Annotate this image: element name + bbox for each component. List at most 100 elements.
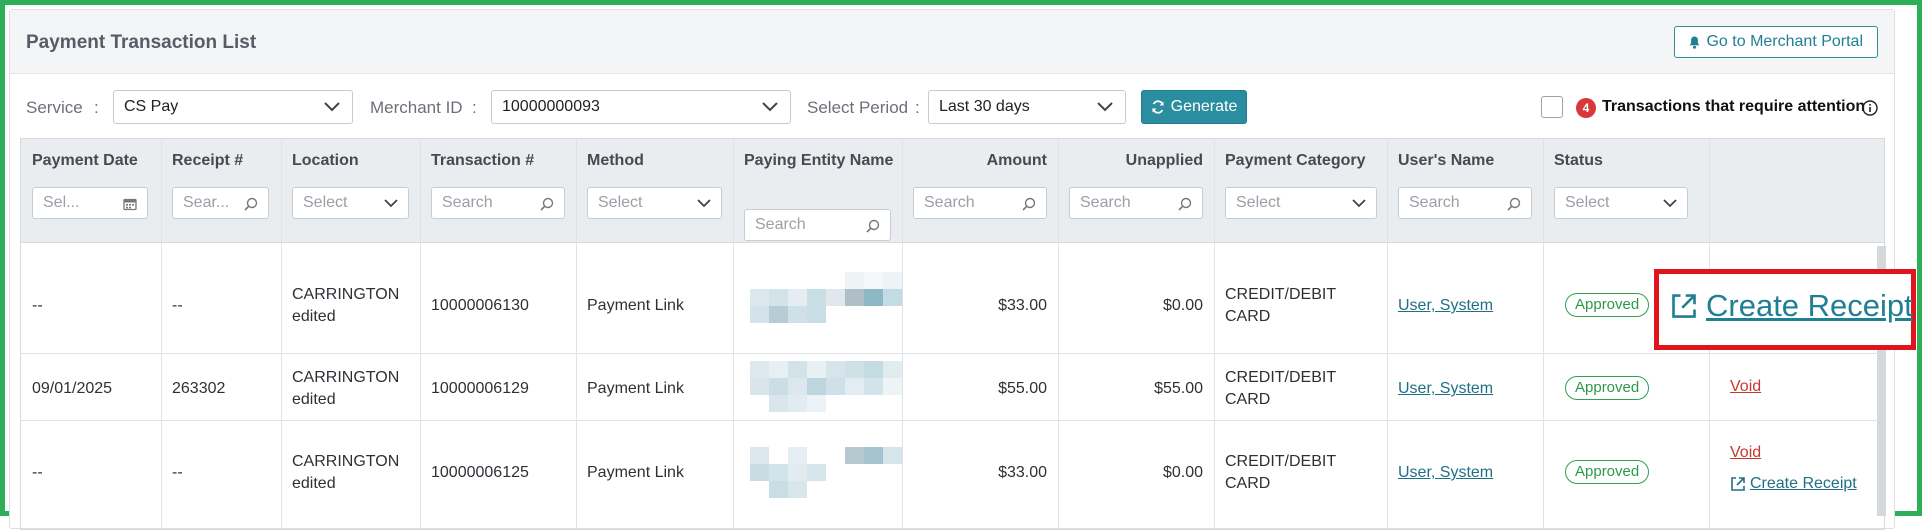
row3-location-line1: CARRINGTON	[292, 453, 400, 470]
row3-category-line2: CARD	[1225, 475, 1271, 492]
search-icon	[540, 197, 554, 211]
row2-receipt: 263302	[172, 380, 226, 397]
merchant-separator: :	[472, 98, 477, 117]
column-divider	[733, 139, 734, 529]
service-label: Service	[26, 98, 83, 117]
row3-location-line2: edited	[292, 475, 336, 492]
search-icon	[1507, 197, 1521, 211]
col-header-amount[interactable]: Amount	[913, 152, 1047, 170]
users-name-placeholder: Search	[1409, 194, 1460, 211]
payment-category-filter[interactable]: Select	[1225, 187, 1377, 219]
merchant-id-value: 10000000093	[502, 98, 600, 115]
payment-date-placeholder: Sel...	[43, 194, 80, 211]
payment-category-placeholder: Select	[1236, 194, 1281, 211]
search-icon	[1022, 197, 1036, 211]
users-name-filter[interactable]: Search	[1398, 187, 1532, 219]
period-select[interactable]: Last 30 days	[928, 90, 1126, 124]
method-placeholder: Select	[598, 194, 643, 211]
row2-category-line2: CARD	[1225, 391, 1271, 408]
row3-method: Payment Link	[587, 464, 684, 481]
column-divider	[1058, 139, 1059, 529]
column-divider	[576, 139, 577, 529]
attention-count-badge: 4	[1576, 98, 1596, 118]
location-filter[interactable]: Select	[292, 187, 409, 219]
row3-create-receipt-label: Create Receipt	[1750, 475, 1857, 492]
column-divider	[902, 139, 903, 529]
period-value: Last 30 days	[939, 98, 1030, 115]
transactions-table: Payment Date Receipt # Location Transact…	[20, 138, 1885, 530]
row1-location-line2: edited	[292, 308, 336, 325]
paying-entity-filter[interactable]: Search	[744, 209, 891, 241]
page-title: Payment Transaction List	[26, 32, 257, 53]
row2-payment-date: 09/01/2025	[32, 380, 113, 397]
row3-users-name-link[interactable]: User, System	[1398, 462, 1493, 484]
chevron-down-icon	[762, 102, 778, 112]
col-header-users-name[interactable]: User's Name	[1398, 152, 1494, 170]
row3-unapplied: $0.00	[1162, 464, 1203, 481]
chevron-down-icon	[324, 102, 340, 112]
merchant-portal-label: Go to Merchant Portal	[1706, 33, 1863, 50]
status-placeholder: Select	[1565, 194, 1610, 211]
attention-checkbox[interactable]	[1541, 96, 1563, 118]
paying-entity-placeholder: Search	[755, 216, 806, 233]
method-filter[interactable]: Select	[587, 187, 722, 219]
col-header-unapplied[interactable]: Unapplied	[1069, 152, 1203, 170]
payment-date-filter[interactable]: Sel...	[32, 187, 148, 219]
row3-transaction: 10000006125	[431, 464, 529, 481]
col-header-receipt[interactable]: Receipt #	[172, 152, 243, 170]
search-icon	[1178, 197, 1192, 211]
transaction-panel: Payment Transaction List Go to Merchant …	[9, 9, 1895, 530]
col-header-paying-entity[interactable]: Paying Entity Name	[744, 150, 894, 172]
row1-unapplied: $0.00	[1162, 297, 1203, 314]
col-header-status[interactable]: Status	[1554, 152, 1603, 170]
merchant-portal-button[interactable]: Go to Merchant Portal	[1674, 26, 1878, 58]
row1-create-receipt-link[interactable]: Create Receipt	[1670, 288, 1913, 324]
row3-void-link[interactable]: Void	[1730, 444, 1761, 462]
row3-amount: $33.00	[998, 464, 1047, 481]
chevron-down-icon	[1352, 199, 1366, 208]
row1-create-receipt-label: Create Receipt	[1706, 288, 1913, 323]
transaction-filter[interactable]: Search	[431, 187, 565, 219]
col-header-method[interactable]: Method	[587, 152, 644, 170]
column-divider	[281, 139, 282, 529]
status-filter[interactable]: Select	[1554, 187, 1688, 219]
calendar-icon	[123, 198, 137, 211]
row1-paying-entity-redacted	[750, 272, 902, 323]
row2-location-line1: CARRINGTON	[292, 369, 400, 386]
filter-bar: Service : CS Pay Merchant ID : 100000000…	[10, 74, 1894, 132]
service-select[interactable]: CS Pay	[113, 90, 353, 124]
column-divider	[420, 139, 421, 529]
row1-method: Payment Link	[587, 297, 684, 314]
row2-users-name-link[interactable]: User, System	[1398, 378, 1493, 400]
row1-location-line1: CARRINGTON	[292, 286, 400, 303]
service-value: CS Pay	[124, 98, 179, 115]
row3-paying-entity-redacted	[750, 447, 902, 498]
row1-category-line1: CREDIT/DEBIT	[1225, 286, 1337, 303]
amount-placeholder: Search	[924, 194, 975, 211]
info-icon[interactable]	[1862, 100, 1878, 116]
receipt-placeholder: Sear...	[183, 194, 230, 211]
generate-button[interactable]: Generate	[1141, 90, 1247, 124]
col-header-transaction[interactable]: Transaction #	[431, 152, 534, 170]
receipt-filter[interactable]: Sear...	[172, 187, 269, 219]
col-header-payment-date[interactable]: Payment Date	[32, 152, 138, 170]
location-placeholder: Select	[303, 194, 348, 211]
unapplied-filter[interactable]: Search	[1069, 187, 1203, 219]
refresh-icon	[1151, 100, 1164, 114]
unapplied-placeholder: Search	[1080, 194, 1131, 211]
row2-void-link[interactable]: Void	[1730, 378, 1761, 396]
row1-transaction: 10000006130	[431, 297, 529, 314]
row1-amount: $33.00	[998, 297, 1047, 314]
amount-filter[interactable]: Search	[913, 187, 1047, 219]
merchant-id-select[interactable]: 10000000093	[491, 90, 791, 124]
col-header-payment-category[interactable]: Payment Category	[1225, 152, 1366, 170]
row3-create-receipt-link[interactable]: Create Receipt	[1730, 475, 1857, 493]
row2-paying-entity-redacted	[750, 361, 902, 412]
select-period-label: Select Period	[807, 98, 909, 117]
row3-receipt: --	[172, 464, 183, 481]
chevron-down-icon	[1663, 199, 1677, 208]
row1-status-badge: Approved	[1565, 293, 1650, 317]
row1-users-name-link[interactable]: User, System	[1398, 295, 1493, 317]
row1-payment-date: --	[32, 297, 43, 314]
col-header-location[interactable]: Location	[292, 152, 359, 170]
